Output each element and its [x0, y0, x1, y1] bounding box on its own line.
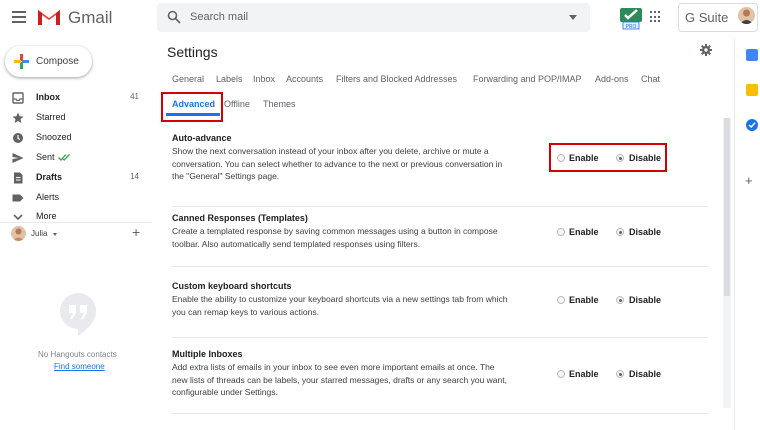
sidebar-item-snoozed[interactable]: Snoozed: [0, 128, 150, 148]
hangouts-empty-text: No Hangouts contacts: [38, 350, 117, 359]
sidebar-item-label: Inbox: [36, 92, 60, 102]
sidebar-divider: [0, 222, 151, 223]
scrollbar-thumb[interactable]: [724, 118, 730, 296]
search-input[interactable]: Search mail: [190, 11, 248, 23]
hamburger-menu-icon[interactable]: [12, 11, 26, 23]
section-divider: [172, 266, 708, 267]
enable-label[interactable]: Enable: [569, 227, 599, 237]
gear-icon[interactable]: [700, 44, 712, 56]
setting-title: Custom keyboard shortcuts: [172, 281, 292, 291]
hangouts-user[interactable]: Julia +: [11, 224, 151, 244]
setting-multiple-inboxes: Multiple Inboxes Add extra lists of emai…: [172, 349, 708, 415]
disable-radio[interactable]: [616, 296, 624, 304]
disable-label[interactable]: Disable: [629, 227, 661, 237]
disable-label[interactable]: Disable: [629, 295, 661, 305]
app-name: Gmail: [68, 8, 113, 27]
search-bar[interactable]: Search mail: [157, 3, 590, 32]
disable-radio[interactable]: [616, 228, 624, 236]
setting-title: Auto-advance: [172, 133, 232, 143]
addon-checklist-icon[interactable]: PRO: [619, 4, 643, 30]
double-check-icon: [58, 154, 70, 161]
user-name: Julia: [31, 229, 48, 238]
tab-offline[interactable]: Offline: [224, 99, 250, 109]
enable-radio[interactable]: [557, 228, 565, 236]
setting-description: Add extra lists of emails in your inbox …: [172, 362, 507, 397]
add-contact-icon[interactable]: +: [132, 224, 140, 240]
tab-addons[interactable]: Add-ons: [595, 74, 629, 84]
get-addons-icon[interactable]: +: [745, 173, 753, 188]
enable-label[interactable]: Enable: [569, 295, 599, 305]
sidebar-item-drafts[interactable]: Drafts 14: [0, 168, 150, 188]
compose-plus-icon: [14, 54, 29, 69]
status-caret-icon[interactable]: [53, 233, 57, 236]
section-divider: [172, 337, 708, 338]
sidebar-item-label: Snoozed: [36, 132, 72, 142]
gsuite-label: G Suite: [685, 10, 729, 25]
send-icon: [12, 153, 24, 163]
disable-radio[interactable]: [616, 370, 624, 378]
find-someone-link[interactable]: Find someone: [54, 362, 105, 371]
tab-forwarding[interactable]: Forwarding and POP/IMAP: [473, 74, 582, 84]
tasks-icon[interactable]: [746, 119, 758, 131]
hangouts-quote-icon: [60, 293, 96, 336]
sidebar-item-starred[interactable]: Starred: [0, 108, 150, 128]
enable-label[interactable]: Enable: [569, 369, 599, 379]
setting-custom-shortcuts: Custom keyboard shortcuts Enable the abi…: [172, 281, 708, 338]
setting-description: Enable the ability to customize your key…: [172, 294, 508, 317]
sidebar-item-sent[interactable]: Sent: [0, 148, 150, 168]
tab-general[interactable]: General: [172, 74, 204, 84]
enable-radio[interactable]: [557, 296, 565, 304]
gmail-window: Gmail Search mail PRO G Suite Compose In…: [0, 0, 760, 430]
addon-badge: PRO: [626, 24, 637, 30]
section-divider: [172, 206, 708, 207]
setting-title: Multiple Inboxes: [172, 349, 243, 359]
compose-label: Compose: [36, 56, 79, 67]
search-icon[interactable]: [167, 10, 181, 24]
sidebar-item-label: Alerts: [36, 192, 60, 202]
section-divider: [172, 413, 708, 414]
tab-filters[interactable]: Filters and Blocked Addresses: [336, 74, 457, 84]
draft-count: 14: [130, 172, 139, 181]
tab-accounts[interactable]: Accounts: [286, 74, 323, 84]
sidebar-item-label: Sent: [36, 152, 55, 162]
keep-icon[interactable]: [746, 84, 758, 96]
sidebar-item-label: More: [36, 211, 57, 221]
unread-count: 41: [130, 92, 139, 101]
gmail-logo-icon[interactable]: [37, 7, 61, 26]
sidebar-item-label: Starred: [36, 112, 66, 122]
chevron-down-icon: [13, 214, 23, 221]
draft-icon: [14, 172, 23, 184]
user-avatar: [11, 226, 26, 241]
sidebar-item-label: Drafts: [36, 172, 63, 182]
compose-button[interactable]: Compose: [5, 46, 92, 77]
tab-inbox[interactable]: Inbox: [253, 74, 275, 84]
calendar-icon[interactable]: [746, 49, 758, 61]
sidebar-item-more[interactable]: More: [0, 207, 150, 221]
setting-description: Create a templated response by saving co…: [172, 226, 498, 249]
disable-label[interactable]: Disable: [629, 369, 661, 379]
setting-title: Canned Responses (Templates): [172, 213, 308, 223]
page-title: Settings: [167, 44, 218, 60]
inbox-icon: [12, 92, 24, 104]
top-bar: Gmail Search mail PRO G Suite: [0, 0, 760, 38]
tab-themes[interactable]: Themes: [263, 99, 296, 109]
sidebar-item-inbox[interactable]: Inbox 41: [0, 88, 150, 108]
star-icon: [12, 112, 24, 123]
clock-icon: [13, 133, 23, 143]
account-avatar[interactable]: [738, 7, 755, 24]
tab-chat[interactable]: Chat: [641, 74, 660, 84]
tab-labels[interactable]: Labels: [216, 74, 243, 84]
highlight-box-auto-advance: [549, 143, 667, 172]
highlight-box-advanced: [161, 92, 223, 122]
setting-description: Show the next conversation instead of yo…: [172, 146, 503, 181]
setting-canned-responses: Canned Responses (Templates) Create a te…: [172, 213, 708, 267]
apps-grid-icon[interactable]: [650, 11, 662, 23]
search-options-icon[interactable]: [569, 15, 577, 20]
sidebar-item-alerts[interactable]: Alerts: [0, 188, 150, 208]
label-icon: [12, 194, 24, 202]
side-panel-divider: [734, 38, 735, 430]
enable-radio[interactable]: [557, 370, 565, 378]
